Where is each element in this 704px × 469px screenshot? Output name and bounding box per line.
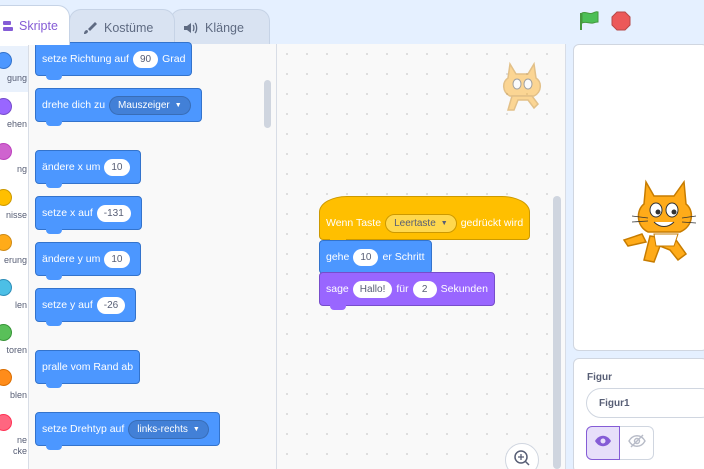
sprite-thumbnail-icon [496, 60, 548, 119]
block-when-key-pressed[interactable]: Wenn Taste Leertaste ▼ gedrückt wird [319, 196, 531, 244]
block-text: für [396, 283, 409, 295]
eye-icon [594, 434, 612, 452]
editor-tabs: Klänge Kostüme Skripte [0, 0, 575, 45]
category-label: len [14, 300, 27, 310]
category-label: ehen [6, 119, 27, 129]
block-change-x[interactable]: ändere x um 10 [35, 150, 141, 188]
block-number-input[interactable]: 2 [412, 280, 437, 298]
events-dot [0, 189, 12, 206]
tab-scripts[interactable]: Skripte [0, 5, 70, 45]
sensing-dot [0, 279, 12, 296]
dropdown-value: links-rechts [137, 423, 188, 435]
block-set-y[interactable]: setze y auf -26 [35, 288, 137, 326]
operators-dot [0, 324, 12, 341]
category-label: nisse [5, 210, 27, 220]
zoom-in-button[interactable] [505, 443, 539, 469]
block-text: drehe dich zu [42, 99, 106, 111]
block-text: sage [326, 283, 349, 295]
category-label: gung [6, 73, 27, 83]
category-my-blocks[interactable]: ne cke [0, 408, 28, 468]
block-text-input[interactable]: Hallo! [352, 280, 393, 298]
dropdown-value: Mauszeiger [118, 99, 170, 111]
block-dropdown[interactable]: Leertaste ▼ [385, 213, 457, 233]
category-sensing[interactable]: len [0, 273, 28, 319]
block-text: Grad [162, 53, 186, 65]
sprite-name-input[interactable]: Figur1 [586, 388, 704, 418]
tab-sounds[interactable]: Klänge [170, 9, 270, 45]
tab-scripts-label: Skripte [19, 18, 58, 33]
dropdown-value: Leertaste [394, 217, 436, 229]
block-number-input[interactable]: 90 [132, 50, 159, 68]
category-operators[interactable]: toren [0, 318, 28, 364]
category-label: erung [3, 255, 27, 265]
brush-icon [82, 21, 98, 35]
sprite-label: Figur [587, 372, 612, 383]
motion-dot [0, 52, 12, 69]
tab-costumes-label: Kostüme [104, 20, 154, 35]
category-control[interactable]: erung [0, 228, 28, 274]
block-text: gehe [326, 251, 350, 263]
block-set-rotation-style[interactable]: setze Drehtyp auf links-rechts ▼ [35, 412, 220, 450]
block-number-input[interactable]: -131 [96, 204, 131, 222]
tab-costumes[interactable]: Kostüme [69, 9, 175, 45]
palette-scrollbar[interactable] [264, 80, 271, 128]
looks-dot [0, 98, 12, 115]
block-set-x[interactable]: setze x auf -131 [35, 196, 142, 234]
block-text: er Schritt [382, 251, 425, 263]
caret-down-icon: ▼ [192, 425, 200, 433]
block-text: Wenn Taste [326, 217, 382, 229]
zoom-in-icon [513, 449, 531, 469]
hide-sprite-button[interactable] [620, 426, 654, 460]
block-change-y[interactable]: ändere y um 10 [35, 242, 141, 280]
block-text: setze Richtung auf [42, 53, 129, 65]
category-looks[interactable]: ehen [0, 92, 28, 138]
speaker-icon [183, 21, 199, 35]
green-flag-icon[interactable] [578, 11, 600, 36]
category-sound[interactable]: ng [0, 137, 28, 183]
category-label: ne cke [12, 435, 27, 456]
block-text: setze Drehtyp auf [42, 423, 125, 435]
block-dropdown[interactable]: links-rechts ▼ [128, 419, 209, 439]
block-number-input[interactable]: -26 [96, 296, 126, 314]
block-move-steps[interactable]: gehe 10 er Schritt [319, 240, 432, 278]
category-events[interactable]: nisse [0, 183, 28, 229]
sound-dot [0, 143, 12, 160]
caret-down-icon: ▼ [174, 101, 182, 109]
block-dropdown[interactable]: Mauszeiger ▼ [109, 95, 191, 115]
category-label: blen [9, 390, 27, 400]
block-text: ändere x um [42, 161, 101, 173]
block-text: gedrückt wird [460, 217, 524, 229]
my-blocks-dot [0, 414, 12, 431]
block-point-towards[interactable]: drehe dich zu Mauszeiger ▼ [35, 88, 202, 126]
block-text: Sekunden [440, 283, 488, 295]
eye-slash-icon [627, 434, 646, 453]
variables-dot [0, 369, 12, 386]
category-variables[interactable]: blen [0, 363, 28, 409]
tab-sounds-label: Klänge [205, 20, 244, 35]
control-dot [0, 234, 12, 251]
block-text: pralle vom Rand ab [42, 361, 134, 373]
category-label: toren [6, 345, 27, 355]
category-label: ng [16, 164, 27, 174]
block-number-input[interactable]: 10 [104, 250, 130, 268]
show-sprite-button[interactable] [586, 426, 620, 460]
category-menu: gung ehen ng nisse erung len toren blen … [0, 44, 29, 469]
code-icon [3, 20, 13, 32]
block-number-input[interactable]: 10 [353, 248, 379, 266]
block-set-direction[interactable]: setze Richtung auf 90 Grad [35, 42, 193, 80]
cat-sprite-icon[interactable] [620, 176, 700, 275]
block-bounce-on-edge[interactable]: pralle vom Rand ab [35, 350, 141, 388]
block-text: ändere y um [42, 253, 101, 265]
block-text: setze x auf [42, 207, 93, 219]
block-text: setze y auf [42, 299, 93, 311]
block-say-for-secs[interactable]: sage Hallo! für 2 Sekunden [319, 272, 495, 310]
block-number-input[interactable]: 10 [104, 158, 130, 176]
script-scrollbar[interactable] [553, 196, 561, 469]
category-motion[interactable]: gung [0, 46, 28, 92]
stop-icon[interactable] [611, 11, 631, 36]
caret-down-icon: ▼ [440, 219, 448, 227]
